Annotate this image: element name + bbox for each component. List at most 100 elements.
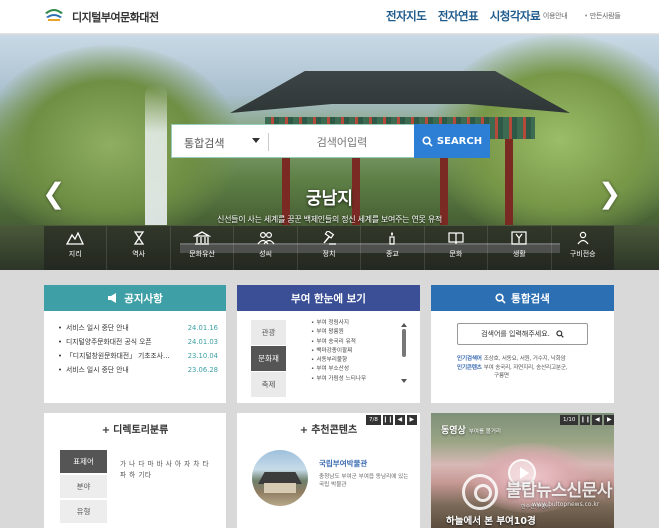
list-item[interactable]: 부여 부소산성 <box>311 365 399 374</box>
integrated-search-title: 통합검색 <box>511 292 550 305</box>
notice-item-title: 「디지털창원문화대전」 기초조사... <box>58 349 188 363</box>
page-indicator: 7/8 <box>366 415 381 425</box>
overview-header: 부여 한눈에 보기 <box>237 285 420 311</box>
video-label: 동영상 부여를 볼거리 <box>441 423 501 436</box>
logo-icon[interactable] <box>43 4 65 26</box>
museum-thumbnail[interactable] <box>252 450 308 506</box>
category-history[interactable]: 역사 <box>107 226 171 270</box>
scroll-up-icon[interactable] <box>401 323 407 327</box>
video-panel[interactable]: 동영상 부여를 볼거리 1/10 ❙❙ ◀ ▶ 만수산 무량사 하늘에서 본 부여… <box>431 413 614 528</box>
scroll-thumb[interactable] <box>402 329 406 357</box>
category-surnames[interactable]: 성씨 <box>234 226 298 270</box>
util-usage-guide[interactable]: 이용안내 <box>537 11 568 21</box>
notice-title: 공지사항 <box>124 292 163 305</box>
category-oral-tradition[interactable]: 구비전승 <box>552 226 614 270</box>
hero-title: 궁남지 <box>306 189 353 209</box>
tab-cultural-assets[interactable]: 문화재 <box>251 346 286 371</box>
prev-icon[interactable]: ◀ <box>394 415 405 425</box>
list-scrollbar[interactable] <box>401 323 407 383</box>
speech-icon <box>577 231 589 245</box>
notice-item-title: 디지털양주문화대전 공식 오픈 <box>58 335 188 349</box>
search-icon <box>422 135 433 147</box>
prev-icon[interactable]: ◀ <box>592 415 603 425</box>
notice-item[interactable]: 「디지털창원문화대전」 기초조사...23.10.04 <box>58 349 218 363</box>
integrated-search-input[interactable]: 검색어를 입력해주세요. <box>457 323 588 345</box>
divider <box>268 133 269 151</box>
recommend-item-desc: 충청남도 부여군 부여읍 동남리에 있는 국립 박물관 <box>319 474 409 488</box>
overview-title: 부여 한눈에 보기 <box>291 292 366 305</box>
category-label: 역사 <box>132 250 146 258</box>
people-icon <box>257 231 275 245</box>
pause-icon[interactable]: ❙❙ <box>382 415 393 425</box>
next-icon[interactable]: ▶ <box>406 415 417 425</box>
plus-icon[interactable]: + <box>102 425 110 436</box>
category-cultural-heritage[interactable]: 문화유산 <box>171 226 235 270</box>
search-category-select[interactable]: 통합검색 <box>184 135 224 151</box>
integrated-search-placeholder: 검색어를 입력해주세요. <box>481 330 550 338</box>
hero-subtitle: 신선들이 사는 세계를 꿈꾼 백제인들의 정신 세계를 보여주는 연못 유적 <box>217 215 442 224</box>
overview-panel: 부여 한눈에 보기 관광 문화재 축제 부여 정림사지 부여 왕릉원 부여 송국… <box>237 285 420 403</box>
site-logo-text[interactable]: 디지털부여문화대전 <box>72 9 159 25</box>
recommend-panel: + 추천콘텐츠 7/8 ❙❙ ◀ ▶ 국립부여박물관 충청남도 부여군 부여읍 동… <box>237 413 420 528</box>
notice-item[interactable]: 서비스 일시 중단 안내23.06.28 <box>58 363 218 377</box>
pause-icon[interactable]: ❙❙ <box>580 415 590 425</box>
notice-item[interactable]: 서비스 일시 중단 안내24.01.16 <box>58 321 218 335</box>
play-icon[interactable] <box>508 459 536 487</box>
video-label-text: 동영상 <box>441 426 466 436</box>
notice-header[interactable]: 공지사항 <box>44 285 226 311</box>
plus-icon[interactable]: + <box>300 425 308 436</box>
popular-keywords-label: 인기검색어 <box>457 356 482 362</box>
category-culture[interactable]: 문화 <box>425 226 489 270</box>
notice-item[interactable]: 디지털양주문화대전 공식 오픈24.01.03 <box>58 335 218 349</box>
category-geography[interactable]: 지리 <box>44 226 108 270</box>
category-lifestyle[interactable]: 생활 <box>488 226 552 270</box>
directory-header: + 디렉토리분류 <box>44 413 226 436</box>
search-button[interactable]: SEARCH <box>414 124 490 158</box>
list-item[interactable]: 서동부리불향 <box>311 356 399 365</box>
notice-panel: 공지사항 서비스 일시 중단 안내24.01.16 디지털양주문화대전 공식 오… <box>44 285 226 403</box>
next-icon[interactable]: ▶ <box>604 415 614 425</box>
list-item[interactable]: 부여 가림성 느티나무 <box>311 375 399 384</box>
index-characters[interactable]: 가 나 다 마 바 사 아 자 차 타 파 하 기타 <box>120 459 216 481</box>
megaphone-icon <box>108 293 117 303</box>
list-item[interactable]: 백마강종이팔찌 <box>311 347 399 356</box>
nav-audiovisual[interactable]: 시청각자료 <box>490 9 541 23</box>
tab-field[interactable]: 분야 <box>60 475 107 498</box>
popular-keywords-text[interactable]: 조상호, 서동요, 서원, 거수지, 낙화암 <box>484 356 566 362</box>
search-icon <box>495 292 506 304</box>
list-item[interactable]: 부여 송국리 유적 <box>311 338 399 347</box>
notice-item-title: 서비스 일시 중단 안내 <box>58 321 188 335</box>
integrated-search-header: 통합검색 <box>431 285 614 311</box>
popular-contents-text[interactable]: 부여 송국리, 자연지리, 송산리고분군, <box>484 365 568 371</box>
hourglass-icon <box>133 231 144 245</box>
tab-headword[interactable]: 표제어 <box>60 450 107 473</box>
category-religion[interactable]: 종교 <box>361 226 425 270</box>
chevron-down-icon[interactable] <box>252 138 260 143</box>
header: 디지털부여문화대전 전자지도 전자연표 시청각자료 이용안내 만든사람들 <box>0 0 659 34</box>
gavel-icon <box>323 231 336 245</box>
tab-tourism[interactable]: 관광 <box>251 320 286 345</box>
top-navigation: 전자지도 전자연표 시청각자료 <box>386 8 548 24</box>
main-search-bar: 통합검색 SEARCH <box>171 124 490 158</box>
nav-electronic-chronology[interactable]: 전자연표 <box>438 9 479 23</box>
main-search-input[interactable] <box>277 131 407 153</box>
popular-contents-label: 인기콘텐츠 <box>457 365 482 371</box>
list-item[interactable]: 부여 왕릉원 <box>311 328 399 337</box>
category-politics[interactable]: 정치 <box>298 226 362 270</box>
util-credits[interactable]: 만든사람들 <box>584 11 621 21</box>
tab-type[interactable]: 유형 <box>60 500 107 523</box>
notice-item-title: 서비스 일시 중단 안내 <box>58 363 188 377</box>
search-icon[interactable] <box>556 330 564 338</box>
overview-list: 부여 정림사지 부여 왕릉원 부여 송국리 유적 백마강종이팔찌 서동부리불향 … <box>311 319 399 384</box>
category-label: 정치 <box>322 250 336 258</box>
temple-icon <box>193 231 212 245</box>
notice-item-date: 23.10.04 <box>187 352 218 360</box>
recommend-item-title[interactable]: 국립부여박물관 <box>319 458 367 469</box>
nav-electronic-map[interactable]: 전자지도 <box>386 9 427 23</box>
list-item[interactable]: 부여 정림사지 <box>311 319 399 328</box>
popular-contents-cont[interactable]: 구룡면 <box>494 372 509 381</box>
video-caption[interactable]: 하늘에서 본 부여10경 <box>446 513 536 527</box>
tab-festival[interactable]: 축제 <box>251 372 286 397</box>
scroll-down-icon[interactable] <box>401 379 407 383</box>
category-label: 문화 <box>449 250 463 258</box>
